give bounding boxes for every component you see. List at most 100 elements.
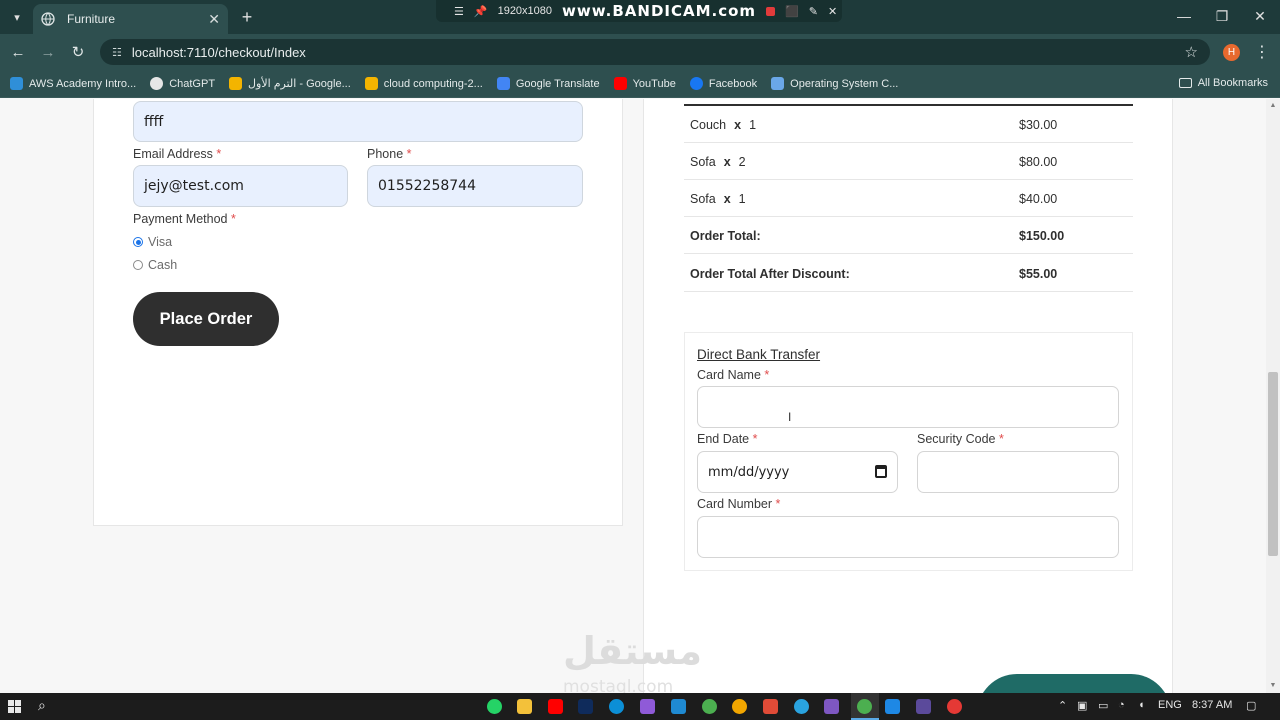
security-code-label: Security Code *: [917, 432, 1004, 446]
windows-start-icon[interactable]: [8, 700, 21, 713]
url-text: localhost:7110/checkout/Index: [131, 44, 306, 60]
bandicam-icon[interactable]: [947, 699, 962, 714]
active-chrome-taskbar-item[interactable]: [851, 693, 879, 720]
chrome-active-icon: [857, 699, 872, 714]
order-row: Couch x 1 $30.00: [684, 106, 1133, 143]
acrobat-icon[interactable]: [548, 699, 563, 714]
name-field[interactable]: ffff: [133, 101, 583, 142]
mail-icon[interactable]: [885, 699, 900, 714]
minimize-icon[interactable]: —: [1174, 8, 1194, 24]
watermark-latin: mostaql.com: [563, 677, 674, 693]
back-arrow-icon[interactable]: ←: [8, 42, 28, 62]
card-name-label: Card Name *: [697, 368, 770, 382]
tab-search-chevron-icon[interactable]: ▾: [6, 6, 28, 28]
drive-icon: [229, 77, 243, 90]
tab-title: Furniture: [67, 12, 116, 26]
clock-time[interactable]: 8:37 AM: [1192, 699, 1232, 711]
visual-studio-2-icon[interactable]: [824, 699, 839, 714]
bank-transfer-title[interactable]: Direct Bank Transfer: [697, 347, 820, 362]
translate-icon: [496, 77, 510, 90]
new-tab-plus-icon[interactable]: +: [236, 6, 258, 28]
visual-studio-icon[interactable]: [640, 699, 655, 714]
show-hidden-icons-chevron-icon[interactable]: ⌃: [1058, 699, 1067, 712]
card-number-label: Card Number *: [697, 497, 781, 511]
bookmark-google-translate[interactable]: Google Translate: [496, 77, 600, 90]
recorder-menu-icon[interactable]: ☰: [454, 5, 464, 18]
youtube-icon: [613, 77, 627, 90]
whatsapp-icon[interactable]: [487, 699, 502, 714]
profile-avatar[interactable]: H: [1223, 44, 1240, 61]
bookmark-aws[interactable]: AWS Academy Intro...: [10, 77, 136, 90]
payment-method-label: Payment Method *: [133, 212, 236, 226]
recorder-resolution: 1920x1080: [497, 5, 553, 17]
vscode-icon[interactable]: [671, 699, 686, 714]
cloud-icon: [10, 77, 23, 90]
cash-radio[interactable]: [133, 260, 143, 270]
order-row: Sofa x 1 $40.00: [684, 180, 1133, 217]
photoshop-icon[interactable]: [578, 699, 593, 714]
order-total-row: Order Total: $150.00: [684, 217, 1133, 254]
bookmark-google-drive-2[interactable]: cloud computing-2...: [364, 77, 483, 90]
chrome-canary-icon[interactable]: [732, 699, 747, 714]
visa-radio[interactable]: [133, 237, 143, 247]
edge-icon[interactable]: [609, 699, 624, 714]
chatgpt-icon: [150, 77, 164, 90]
all-bookmarks-button[interactable]: All Bookmarks: [1178, 77, 1268, 89]
recorder-pin-icon[interactable]: 📌: [474, 5, 488, 18]
bookmark-operating-system[interactable]: Operating System C...: [771, 77, 898, 90]
store-icon[interactable]: [763, 699, 778, 714]
payment-option-visa[interactable]: Visa: [133, 235, 172, 249]
text-cursor-icon: I: [788, 410, 792, 424]
globe-icon: [41, 12, 55, 26]
bookmark-google-drive-1[interactable]: الترم الأول - Google...: [229, 77, 351, 90]
card-number-input[interactable]: [697, 516, 1119, 558]
close-window-icon[interactable]: ✕: [1250, 8, 1270, 25]
calculator-icon[interactable]: [916, 699, 931, 714]
wifi-icon[interactable]: ◔: [1118, 699, 1125, 711]
telegram-icon[interactable]: [794, 699, 809, 714]
email-field[interactable]: jejy@test.com: [133, 165, 348, 207]
drive-icon: [364, 77, 378, 90]
camera-icon[interactable]: ⬛: [785, 5, 799, 18]
pencil-icon[interactable]: ✎: [809, 5, 818, 18]
battery-icon[interactable]: ▭: [1098, 699, 1108, 712]
scrollbar-thumb[interactable]: [1268, 372, 1278, 556]
reload-icon[interactable]: ↻: [68, 42, 88, 62]
scroll-up-arrow-icon[interactable]: ▲: [1268, 102, 1278, 112]
volume-icon[interactable]: ◖: [1138, 699, 1145, 711]
payment-option-cash[interactable]: Cash: [133, 258, 177, 272]
kebab-menu-icon[interactable]: ⋮: [1254, 42, 1270, 62]
scroll-down-arrow-icon[interactable]: ▼: [1268, 682, 1278, 692]
address-bar[interactable]: ☷ localhost:7110/checkout/Index ☆: [100, 39, 1210, 65]
order-row: Sofa x 2 $80.00: [684, 143, 1133, 180]
recorder-bar: ☰ 📌 1920x1080 www.BANDICAM.com ⬛ ✎ ✕: [436, 0, 842, 22]
bookmark-facebook[interactable]: Facebook: [689, 77, 757, 90]
folder-icon: [1178, 78, 1192, 88]
tray-icon[interactable]: ▣: [1077, 699, 1087, 712]
bookmark-chatgpt[interactable]: ChatGPT: [150, 77, 215, 90]
card-name-input[interactable]: [697, 386, 1119, 428]
input-language[interactable]: ENG: [1158, 699, 1182, 711]
recorder-close-icon[interactable]: ✕: [828, 5, 837, 18]
tab-close-icon[interactable]: ✕: [208, 11, 220, 28]
bookmark-youtube[interactable]: YouTube: [613, 77, 676, 90]
tab-furniture[interactable]: Furniture ✕: [33, 4, 228, 34]
security-code-input[interactable]: [917, 451, 1119, 493]
watermark-arabic: مستقل: [563, 629, 702, 673]
phone-label: Phone *: [367, 147, 412, 161]
end-date-input[interactable]: mm/dd/yyyy: [697, 451, 898, 493]
chrome-icon[interactable]: [702, 699, 717, 714]
file-explorer-icon[interactable]: [517, 699, 532, 714]
place-order-button[interactable]: Place Order: [133, 292, 279, 346]
phone-field[interactable]: 01552258744: [367, 165, 583, 207]
notifications-icon[interactable]: ▢: [1246, 699, 1256, 712]
restore-icon[interactable]: ❐: [1212, 8, 1232, 25]
bookmark-star-icon[interactable]: ☆: [1185, 43, 1198, 61]
page-viewport: ffff Email Address * jejy@test.com Phone…: [0, 99, 1266, 693]
record-stop-icon[interactable]: [766, 6, 776, 16]
email-label: Email Address *: [133, 147, 222, 161]
calendar-icon[interactable]: [875, 465, 887, 478]
search-icon[interactable]: ⌕: [38, 697, 46, 714]
forward-arrow-icon[interactable]: →: [38, 42, 58, 62]
site-info-icon[interactable]: ☷: [112, 46, 122, 59]
